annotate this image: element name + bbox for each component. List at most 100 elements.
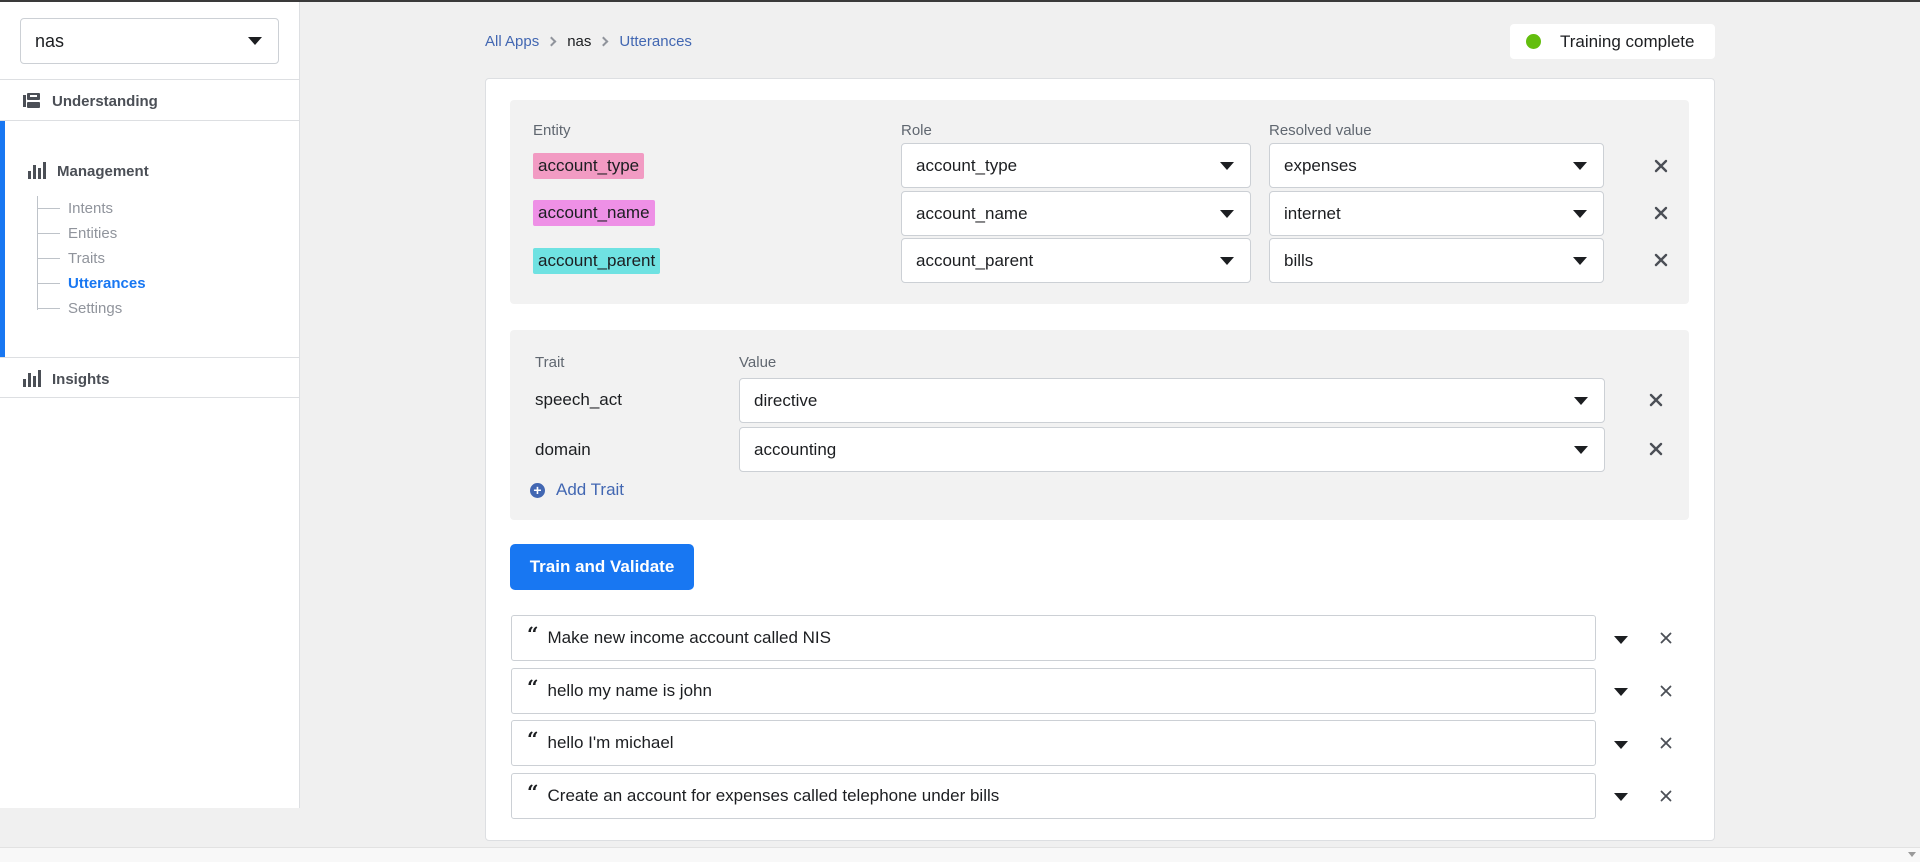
add-trait-label: Add Trait [556,480,625,499]
trait-value-select[interactable]: directive [739,378,1605,423]
nav-insights[interactable]: Insights [0,368,300,390]
trait-name: domain [535,440,591,459]
role-select-value: account_type [916,155,1018,175]
trait-column-header: Trait [535,354,565,371]
chevron-right-icon [546,36,557,47]
sidebar-item-intents[interactable]: Intents [38,200,113,217]
trait-value-select[interactable]: accounting [739,427,1605,472]
divider [0,397,300,398]
entity-tag[interactable]: account_name [533,200,655,226]
entity-column-header: Entity [533,122,571,139]
breadcrumb-app[interactable]: nas [567,33,591,50]
understanding-icon [23,93,40,108]
divider [0,120,300,121]
role-column-header: Role [901,122,932,139]
sidebar-item-label: Traits [68,250,105,267]
app-select-value: nas [35,30,65,51]
breadcrumb-current[interactable]: Utterances [619,33,692,50]
remove-entity-icon[interactable] [1651,250,1671,270]
chevron-down-icon [248,37,262,45]
chevron-down-icon [1573,256,1587,265]
expand-utterance-icon[interactable] [1614,793,1628,801]
quote-icon: “ [527,675,539,699]
breadcrumb-all-apps[interactable]: All Apps [485,33,539,50]
remove-entity-icon[interactable] [1651,156,1671,176]
sidebar-item-entities[interactable]: Entities [38,225,117,242]
sidebar-item-traits[interactable]: Traits [38,250,105,267]
utterance-row[interactable]: “ hello my name is john [511,668,1596,714]
nav-management-label: Management [57,162,149,180]
value-column-header: Value [739,354,777,371]
utterance-row[interactable]: “ Create an account for expenses called … [511,773,1596,819]
trait-value: directive [754,390,818,410]
sidebar: nas Understanding Management Intents Ent… [0,2,300,808]
app-select[interactable]: nas [20,18,279,64]
entity-tag[interactable]: account_parent [533,248,661,274]
utterance-text: Create an account for expenses called te… [547,786,1000,805]
divider [0,357,300,358]
remove-trait-icon[interactable] [1646,390,1666,410]
resolved-value-select[interactable]: internet [1269,191,1604,236]
quote-icon: “ [527,727,539,751]
breadcrumb: All Apps nas Utterances [485,33,692,50]
remove-entity-icon[interactable] [1651,203,1671,223]
add-trait-button[interactable]: + Add Trait [530,480,624,500]
chevron-down-icon [1220,256,1234,265]
insights-icon [23,370,41,387]
delete-utterance-icon[interactable] [1657,629,1675,647]
expand-utterance-icon[interactable] [1614,688,1628,696]
utterance-text: hello my name is john [547,681,712,700]
chevron-down-icon [1220,161,1234,170]
nav-management[interactable]: Management [0,160,300,182]
role-select-value: account_name [916,203,1028,223]
role-select[interactable]: account_parent [901,238,1251,283]
sidebar-item-label: Intents [68,200,114,217]
utterance-row[interactable]: “ hello I'm michael [511,720,1596,766]
resolved-value-select[interactable]: bills [1269,238,1604,283]
expand-utterance-icon[interactable] [1614,636,1628,644]
utterance-text: Make new income account called NIS [547,628,831,647]
remove-trait-icon[interactable] [1646,439,1666,459]
nav-understanding-label: Understanding [52,92,158,110]
sidebar-item-label: Settings [68,300,123,317]
chevron-right-icon [598,36,609,47]
sidebar-item-label: Entities [68,225,118,242]
expand-utterance-icon[interactable] [1614,741,1628,749]
quote-icon: “ [527,780,539,804]
role-select[interactable]: account_name [901,191,1251,236]
status-label: Training complete [1560,31,1695,51]
delete-utterance-icon[interactable] [1657,787,1675,805]
scroll-down-arrow-icon[interactable] [1908,852,1916,857]
chevron-down-icon [1573,161,1587,170]
trait-value: accounting [754,439,837,459]
chevron-down-icon [1574,445,1588,454]
train-and-validate-button[interactable]: Train and Validate [510,544,694,590]
role-select-value: account_parent [916,250,1034,270]
status-badge: Training complete [1510,24,1715,59]
delete-utterance-icon[interactable] [1657,734,1675,752]
resolved-value: expenses [1284,155,1357,175]
delete-utterance-icon[interactable] [1657,682,1675,700]
role-select[interactable]: account_type [901,143,1251,188]
status-dot-icon [1526,34,1541,49]
entity-tag[interactable]: account_type [533,153,645,179]
nav-understanding[interactable]: Understanding [0,90,300,112]
sidebar-item-settings[interactable]: Settings [38,300,122,317]
chevron-down-icon [1220,209,1234,218]
trait-name: speech_act [535,390,622,409]
chevron-down-icon [1573,209,1587,218]
resolved-column-header: Resolved value [1269,122,1372,139]
horizontal-scrollbar[interactable] [0,842,1920,862]
sidebar-item-utterances[interactable]: Utterances [38,275,146,292]
traits-panel [510,330,1689,520]
nav-insights-label: Insights [52,370,110,388]
utterance-text: hello I'm michael [547,733,674,752]
resolved-value: bills [1284,250,1314,270]
utterance-row[interactable]: “ Make new income account called NIS [511,615,1596,661]
plus-circle-icon: + [530,482,545,498]
resolved-value-select[interactable]: expenses [1269,143,1604,188]
divider [0,79,300,80]
bar-chart-icon [28,162,46,179]
resolved-value: internet [1284,203,1341,223]
sidebar-item-label: Utterances [68,275,146,292]
